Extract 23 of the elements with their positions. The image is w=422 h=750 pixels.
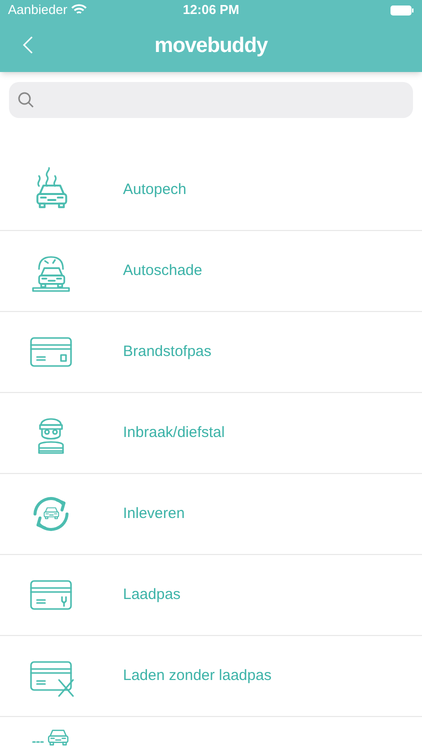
wifi-icon bbox=[71, 4, 88, 16]
menu-item[interactable]: Laadpas bbox=[0, 555, 422, 636]
menu-item[interactable]: Brandstofpas bbox=[0, 312, 422, 393]
item-label: Autoschade bbox=[123, 260, 202, 281]
battery-icon bbox=[390, 4, 414, 16]
search-field[interactable] bbox=[9, 82, 413, 118]
item-label: Laden zonder laadpas bbox=[123, 666, 272, 686]
item-label: Inleveren bbox=[123, 504, 185, 524]
car-route-icon bbox=[32, 729, 69, 746]
back-chevron-icon bbox=[22, 35, 34, 55]
clock-time: 12:06 PM bbox=[182, 1, 240, 20]
carrier-name: Aanbieder bbox=[8, 1, 68, 20]
menu-item[interactable]: Autopech bbox=[0, 150, 422, 231]
app-logo: movebuddy bbox=[154, 33, 268, 60]
item-label: Brandstofpas bbox=[123, 342, 212, 362]
item-label: Autopech bbox=[123, 180, 186, 200]
menu-item[interactable]: Autoschade bbox=[0, 231, 422, 312]
menu-item[interactable]: Inbraak/diefstal bbox=[0, 393, 422, 474]
menu-item[interactable]: Laden zonder laadpas bbox=[0, 636, 422, 717]
item-label: Inbraak/diefstal bbox=[123, 422, 225, 443]
item-label: Laadpas bbox=[123, 584, 181, 605]
search-icon bbox=[17, 91, 35, 109]
menu-item[interactable]: Inleveren bbox=[0, 474, 422, 555]
